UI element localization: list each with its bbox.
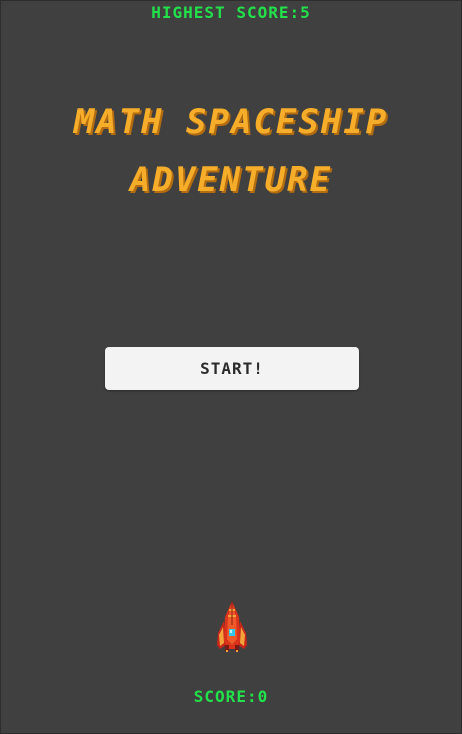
game-title-line-1: MATH SPACESHIP [73,102,389,142]
game-title-line-2: ADVENTURE [129,160,333,200]
spaceship-icon [217,601,247,652]
score: SCORE:0 [193,687,269,706]
game-screen: HIGHEST SCORE:5 MATH SPACESHIP ADVENTURE… [0,0,462,734]
highest-score: HIGHEST SCORE:5 [151,3,311,22]
start-button[interactable]: START! [105,347,359,390]
game-title: MATH SPACESHIP ADVENTURE [1,93,461,209]
